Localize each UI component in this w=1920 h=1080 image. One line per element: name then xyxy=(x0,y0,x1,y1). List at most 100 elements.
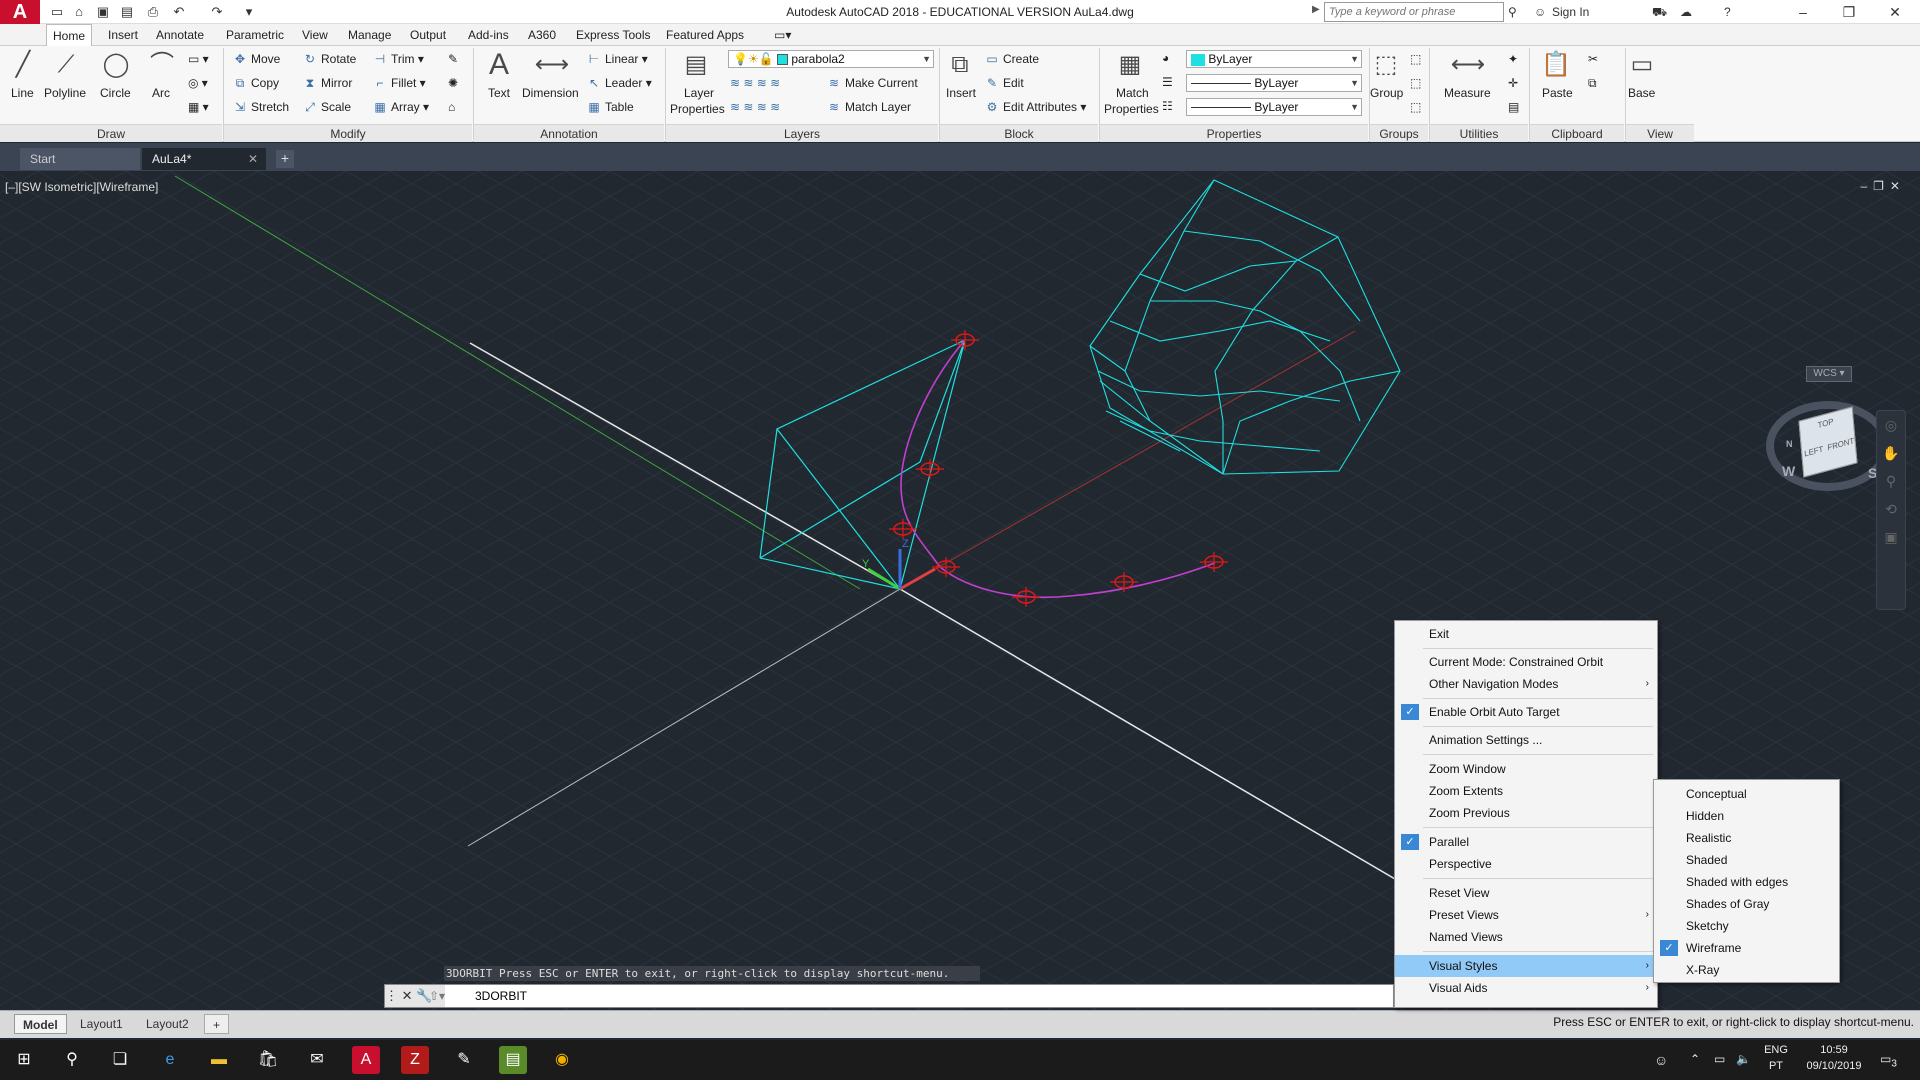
store-icon[interactable]: 🛍 xyxy=(254,1046,282,1074)
menu-current-mode[interactable]: Current Mode: Constrained Orbit xyxy=(1395,651,1657,673)
volume-icon[interactable]: 🔈 xyxy=(1736,1052,1751,1066)
close-icon[interactable]: ✕ xyxy=(402,988,413,1003)
style-x-ray[interactable]: X-Ray xyxy=(1654,959,1839,981)
menu-zoom-extents[interactable]: Zoom Extents xyxy=(1395,780,1657,802)
arc-button[interactable]: Arc xyxy=(152,86,170,100)
new-tab-button[interactable]: + xyxy=(276,150,294,168)
viewport-controls-label[interactable]: [–][SW Isometric][Wireframe] xyxy=(5,180,158,194)
notifications-icon[interactable]: ▭3 xyxy=(1880,1052,1897,1069)
start-tab[interactable]: Start xyxy=(20,148,140,170)
mail-icon[interactable]: ✉ xyxy=(303,1046,331,1074)
layer-properties-icon[interactable]: ▤ xyxy=(678,48,714,82)
tab-featured-apps[interactable]: Featured Apps xyxy=(660,24,750,46)
language-code[interactable]: ENG xyxy=(1756,1044,1796,1056)
clock-date[interactable]: 09/10/2019 xyxy=(1794,1060,1874,1072)
draw-panel-title[interactable]: Draw xyxy=(0,124,222,142)
close-button[interactable]: ✕ xyxy=(1872,0,1918,24)
layer-tools-row2-icons[interactable]: ≋ ≋ ≋ ≋ xyxy=(730,100,780,114)
notepad-icon[interactable]: ▤ xyxy=(499,1046,527,1074)
customize-qat-icon[interactable]: ▾ xyxy=(240,3,258,21)
copy-clip-icon[interactable]: ⧉ xyxy=(1588,76,1597,91)
style-sketchy[interactable]: Sketchy xyxy=(1654,915,1839,937)
zoom-icon[interactable]: ⚲ xyxy=(1877,467,1905,495)
file-explorer-icon[interactable]: ▬ xyxy=(205,1046,233,1074)
undo-icon[interactable]: ↶ xyxy=(170,3,188,21)
hatch-icon[interactable]: ◎ ▾ xyxy=(188,76,208,90)
tab-view[interactable]: View xyxy=(296,24,334,46)
cube-top-face[interactable]: TOP xyxy=(1817,417,1834,430)
navigation-bar[interactable]: ◎ ✋ ⚲ ⟲ ▣ xyxy=(1876,410,1906,610)
compass-west[interactable]: W xyxy=(1782,463,1795,479)
steering-wheel-icon[interactable]: ◎ xyxy=(1877,411,1905,439)
groups-panel-title[interactable]: Groups xyxy=(1370,124,1428,142)
measure-button[interactable]: Measure xyxy=(1444,86,1491,100)
style-shades-of-gray[interactable]: Shades of Gray xyxy=(1654,893,1839,915)
base-view-icon[interactable]: ▭ xyxy=(1624,48,1660,82)
layout-tab-layout1[interactable]: Layout1 xyxy=(72,1014,131,1034)
rotate-button[interactable]: ↻ Rotate xyxy=(302,52,356,66)
match-properties-label-1[interactable]: Match xyxy=(1116,86,1149,100)
autocad-taskbar-icon[interactable]: A xyxy=(352,1046,380,1074)
filezilla-icon[interactable]: Z xyxy=(401,1046,429,1074)
tab-express-tools[interactable]: Express Tools xyxy=(570,24,656,46)
text-icon[interactable]: A xyxy=(481,48,517,82)
pan-icon[interactable]: ✋ xyxy=(1877,439,1905,467)
menu-visual-styles[interactable]: Visual Styles › xyxy=(1395,955,1657,977)
style-hidden[interactable]: Hidden xyxy=(1654,805,1839,827)
menu-other-navigation-modes[interactable]: Other Navigation Modes › xyxy=(1395,673,1657,695)
redo-icon[interactable]: ↷ xyxy=(208,3,226,21)
ribbon-options-icon[interactable]: ▭▾ xyxy=(768,24,797,46)
search-icon[interactable]: ⚲ xyxy=(58,1046,86,1074)
menu-enable-orbit-auto-target[interactable]: ✓ Enable Orbit Auto Target xyxy=(1395,701,1657,723)
region-icon[interactable]: ▦ ▾ xyxy=(188,100,209,114)
orbit-icon[interactable]: ⟲ xyxy=(1877,495,1905,523)
circle-icon[interactable]: ◯ xyxy=(98,48,134,82)
grip-icon[interactable]: ⋮ xyxy=(385,988,402,1003)
quick-select-icon[interactable]: ✦ xyxy=(1508,52,1518,66)
group-button[interactable]: Group xyxy=(1370,86,1403,100)
circle-button[interactable]: Circle xyxy=(100,86,131,100)
layer-properties-label-1[interactable]: Layer xyxy=(684,86,714,100)
edge-browser-icon[interactable]: e xyxy=(156,1046,184,1074)
tab-a360[interactable]: A360 xyxy=(522,24,562,46)
menu-zoom-window[interactable]: Zoom Window xyxy=(1395,758,1657,780)
match-layer-button[interactable]: ≋ Match Layer xyxy=(826,100,911,114)
menu-preset-views[interactable]: Preset Views › xyxy=(1395,904,1657,926)
chrome-icon[interactable]: ◉ xyxy=(548,1046,576,1074)
modify-panel-title[interactable]: Modify xyxy=(224,124,472,142)
group-icon[interactable]: ⬚ xyxy=(1368,48,1404,82)
group-edit-icon[interactable]: ⬚ xyxy=(1410,76,1421,90)
base-button[interactable]: Base xyxy=(1628,86,1655,100)
line-button[interactable]: Line xyxy=(11,86,34,100)
menu-animation-settings[interactable]: Animation Settings ... xyxy=(1395,729,1657,751)
view-panel-title[interactable]: View xyxy=(1626,124,1694,142)
style-realistic[interactable]: Realistic xyxy=(1654,827,1839,849)
array-button[interactable]: ▦ Array ▾ xyxy=(372,100,429,114)
recent-commands-icon[interactable]: ⇧▾ xyxy=(429,985,445,1007)
compass-north[interactable]: N xyxy=(1786,439,1793,449)
menu-parallel[interactable]: ✓ Parallel xyxy=(1395,831,1657,853)
trim-button[interactable]: ⊣ Trim ▾ xyxy=(372,52,424,66)
tab-annotate[interactable]: Annotate xyxy=(150,24,210,46)
menu-perspective[interactable]: Perspective xyxy=(1395,853,1657,875)
search-input[interactable] xyxy=(1324,2,1504,22)
block-panel-title[interactable]: Block xyxy=(940,124,1098,142)
style-conceptual[interactable]: Conceptual xyxy=(1654,783,1839,805)
showmotion-icon[interactable]: ▣ xyxy=(1877,523,1905,551)
leader-button[interactable]: ↖ Leader ▾ xyxy=(586,76,652,90)
paste-button[interactable]: Paste xyxy=(1542,86,1573,100)
line-icon[interactable]: ╱ xyxy=(5,48,41,82)
save-as-icon[interactable]: ▤ xyxy=(118,3,136,21)
drawing-tab[interactable]: AuLa4* ✕ xyxy=(142,148,266,170)
tab-home[interactable]: Home xyxy=(46,24,93,46)
ungroup-icon[interactable]: ⬚ xyxy=(1410,52,1421,66)
command-input[interactable]: 3DORBIT xyxy=(475,985,527,1007)
create-block-button[interactable]: ▭ Create xyxy=(984,52,1039,66)
lineweight-dropdown[interactable]: ByLayer ▼ xyxy=(1186,98,1362,116)
match-properties-icon[interactable]: ▦ xyxy=(1112,48,1148,82)
properties-panel-title[interactable]: Properties xyxy=(1100,124,1368,142)
move-button[interactable]: ✥ Move xyxy=(232,52,280,66)
point-icon[interactable]: ✛ xyxy=(1508,76,1518,90)
table-button[interactable]: ▦ Table xyxy=(586,100,633,114)
wcs-menu-button[interactable]: WCS ▾ xyxy=(1806,366,1852,382)
